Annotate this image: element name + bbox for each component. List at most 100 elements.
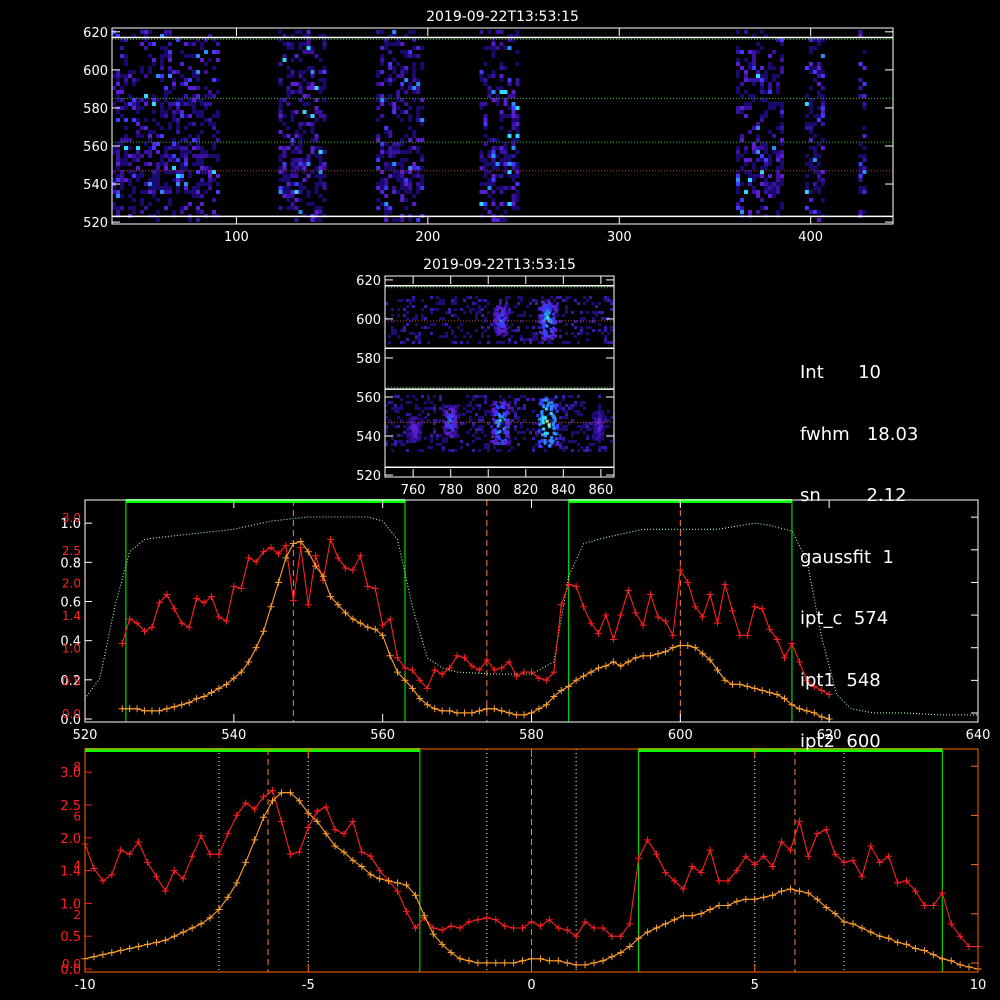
heat-pixel (568, 404, 571, 407)
heat-pixel (562, 425, 565, 428)
heat-pixel (499, 202, 504, 206)
series-orange-marker (260, 813, 268, 821)
heat-pixel (415, 314, 418, 317)
heat-pixel (804, 186, 809, 190)
x-tick-label: 580 (519, 728, 544, 743)
heat-pixel (562, 299, 565, 302)
heat-pixel (736, 174, 740, 178)
heat-blob-pixel (500, 312, 504, 316)
heat-pixel (562, 440, 565, 443)
heat-pixel (515, 30, 520, 34)
heat-pixel (120, 46, 124, 50)
heat-pixel (200, 58, 204, 62)
y-tick-label: 540 (83, 178, 108, 193)
heat-pixel (562, 395, 565, 398)
heat-pixel (400, 178, 405, 182)
heat-pixel (454, 296, 457, 299)
heat-pixel (507, 114, 512, 118)
heat-pixel (445, 437, 448, 440)
x-tick-label: 820 (513, 483, 538, 498)
heat-pixel (418, 449, 421, 452)
heat-pixel (208, 178, 212, 182)
heat-pixel (495, 94, 500, 98)
info-ipt-c: ipt_c 574 (800, 608, 889, 629)
heat-pixel (610, 326, 613, 329)
heat-pixel (479, 30, 484, 34)
heat-pixel (278, 102, 283, 106)
heat-pixel (294, 206, 299, 210)
heat-pixel (780, 106, 784, 110)
heat-pixel (776, 102, 780, 106)
series-orange-marker (289, 540, 297, 548)
heat-pixel (764, 166, 768, 170)
heat-pixel (416, 174, 421, 178)
heat-pixel (412, 341, 415, 344)
heat-pixel (483, 114, 488, 118)
heat-pixel (772, 194, 776, 198)
x-tick-label: 100 (224, 230, 249, 245)
heat-blob-pixel (594, 431, 598, 435)
heat-pixel (298, 182, 303, 186)
heat-pixel (140, 134, 144, 138)
heat-pixel (592, 443, 595, 446)
heat-pixel (604, 329, 607, 332)
heat-pixel (286, 42, 291, 46)
heat-pixel (397, 440, 400, 443)
heat-pixel (736, 106, 740, 110)
series-red-marker (867, 842, 875, 850)
heat-pixel (392, 146, 397, 150)
heat-pixel (310, 202, 315, 206)
series-red-marker (894, 879, 902, 887)
heat-pixel (418, 407, 421, 410)
heat-pixel (820, 74, 825, 78)
series-orange-marker (911, 945, 919, 952)
heat-pixel (400, 138, 405, 142)
series-red-marker (781, 654, 789, 662)
heat-pixel (376, 134, 381, 138)
heat-pixel (196, 162, 200, 166)
heat-pixel (392, 190, 397, 194)
heat-pixel (760, 46, 764, 50)
heat-pixel (454, 302, 457, 305)
heat-pixel (487, 446, 490, 449)
heat-pixel (128, 162, 132, 166)
heat-pixel (580, 317, 583, 320)
heat-pixel (816, 174, 821, 178)
heat-pixel (483, 78, 488, 82)
heat-pixel (409, 401, 412, 404)
heat-pixel (286, 182, 291, 186)
heat-pixel (529, 314, 532, 317)
heat-blob-pixel (540, 314, 544, 318)
heat-pixel (306, 194, 311, 198)
heat-pixel (298, 70, 303, 74)
heat-pixel (404, 102, 409, 106)
series-red-marker (394, 654, 402, 662)
heat-pixel (463, 413, 466, 416)
series-red-marker (474, 916, 482, 924)
series-orange-line (122, 540, 830, 720)
heat-blob-pixel (408, 439, 412, 443)
heat-pixel (780, 126, 784, 130)
heat-pixel (196, 138, 200, 142)
heat-pixel (804, 190, 809, 194)
series-orange-marker (141, 707, 149, 715)
heat-blob-pixel (541, 300, 544, 304)
heat-pixel (112, 190, 116, 194)
heat-pixel (439, 407, 442, 410)
heat-pixel (768, 158, 772, 162)
heat-pixel (466, 341, 469, 344)
x-tick-label: 520 (73, 728, 98, 743)
heat-pixel (816, 106, 821, 110)
heat-pixel (589, 296, 592, 299)
heat-pixel (392, 42, 397, 46)
heat-pixel (204, 94, 208, 98)
heat-pixel (124, 102, 128, 106)
heat-pixel (140, 126, 144, 130)
heat-pixel (526, 305, 529, 308)
heat-pixel (515, 50, 520, 54)
heat-blob-pixel (501, 405, 505, 409)
heat-pixel (208, 154, 212, 158)
series-orange-marker (505, 709, 513, 717)
heat-pixel (192, 54, 196, 58)
heat-pixel (574, 326, 577, 329)
